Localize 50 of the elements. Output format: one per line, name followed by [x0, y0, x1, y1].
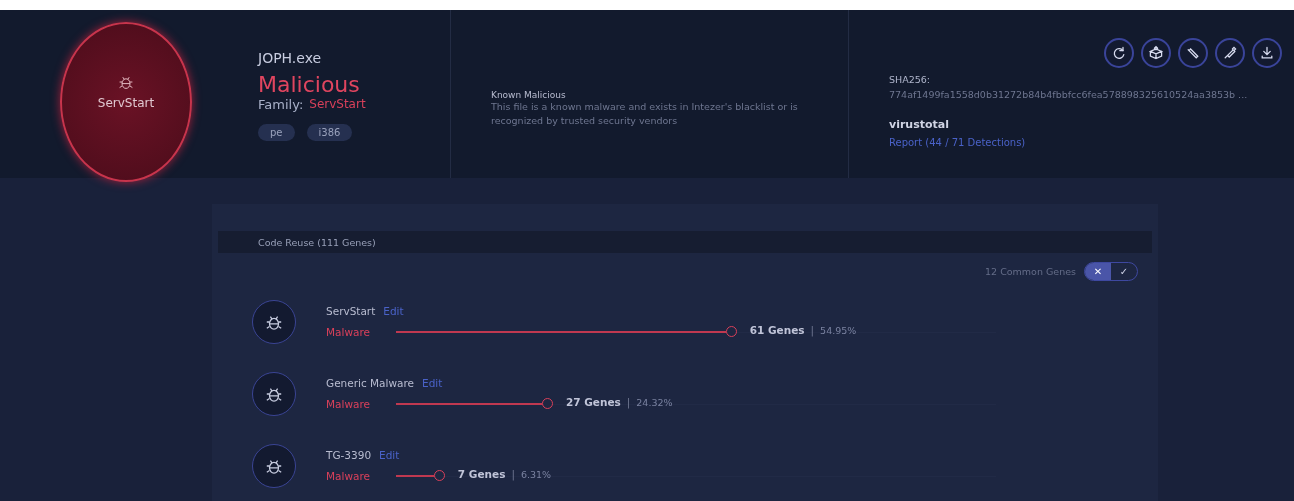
bar-end-marker	[725, 326, 737, 337]
family-type: Malware	[326, 326, 371, 338]
separator: |	[626, 396, 631, 408]
hash-value: 774af1499fa1558d0b31272b84b4fbbfcc6fea578898325610524aa3853b ...	[889, 89, 1249, 100]
family-value: ServStart	[309, 97, 366, 112]
pencil-icon	[1185, 45, 1201, 61]
bug-icon	[252, 300, 296, 344]
bug-icon	[252, 372, 296, 416]
gene-count: 27 Genes	[565, 396, 621, 408]
box-button[interactable]	[1141, 38, 1171, 68]
verdict-description: This file is a known malware and exists in Intezer's blacklist or is recognized by trusted security vendors	[491, 100, 799, 128]
separator: |	[810, 324, 815, 336]
edit-link[interactable]: Edit	[379, 449, 400, 461]
syringe-button[interactable]	[1215, 38, 1245, 68]
verdict-label: Malicious	[258, 72, 361, 97]
family-name: ServStart	[326, 305, 376, 317]
bug-icon	[118, 74, 134, 90]
edit-link[interactable]: Edit	[422, 377, 443, 389]
separator: |	[511, 468, 515, 480]
virustotal-title: virustotal	[889, 118, 950, 131]
download-icon	[1259, 45, 1275, 61]
family-name: TG-3390	[326, 449, 372, 461]
download-button[interactable]	[1252, 38, 1282, 68]
syringe-icon	[1222, 45, 1238, 61]
bar-end-marker	[433, 470, 445, 481]
report-link[interactable]: Report (44 / 71 Detections)	[889, 137, 1026, 148]
file-name: JOPH.exe	[258, 50, 323, 66]
hash-label: SHA256:	[889, 74, 931, 85]
bug-icon	[252, 444, 296, 488]
section-title: Code Reuse (111 Genes)	[258, 236, 376, 248]
box-icon	[1148, 45, 1164, 61]
bar-end-marker	[541, 398, 553, 409]
edit-link[interactable]: Edit	[383, 305, 404, 317]
refresh-button[interactable]	[1104, 38, 1134, 68]
edit-button[interactable]	[1178, 38, 1208, 68]
gene-percent: 24.32%	[636, 396, 673, 408]
tag: i386	[306, 124, 353, 141]
gene-percent: 54.95%	[820, 324, 857, 336]
verdict-title: Known Malicious	[491, 90, 567, 100]
family-label: Family:	[258, 97, 304, 112]
gene-count: 7 Genes	[457, 468, 506, 480]
family-type: Malware	[326, 398, 371, 410]
family-name: Generic Malware	[326, 377, 415, 389]
family-type: Malware	[326, 470, 371, 482]
gene-count: 61 Genes	[749, 324, 805, 336]
refresh-icon	[1111, 45, 1127, 61]
family-name: ServStart	[97, 96, 155, 110]
common-genes-label: 12 Common Genes	[985, 266, 1076, 277]
gene-percent: 6.31%	[520, 468, 552, 480]
tag: pe	[258, 124, 295, 141]
